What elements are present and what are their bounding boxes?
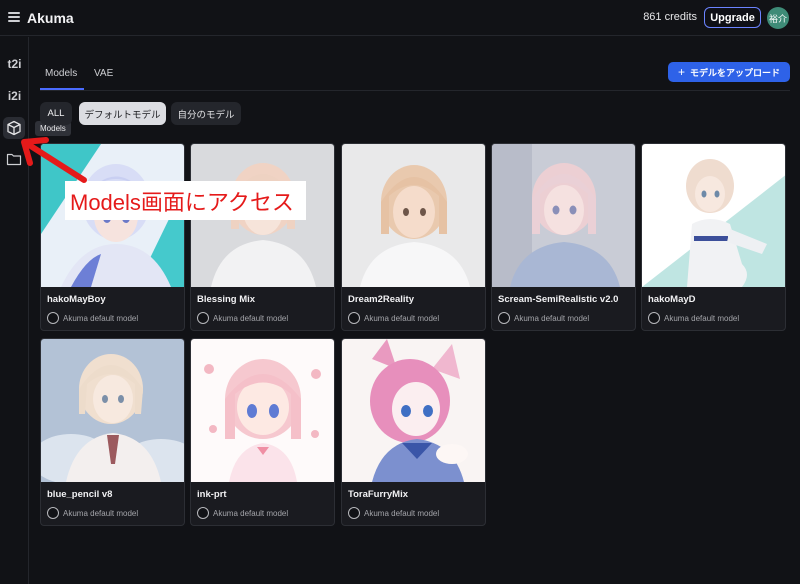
model-source-label: Akuma default model (63, 313, 139, 323)
source-icon (348, 507, 360, 519)
upload-model-button[interactable]: + モデルをアップロード (668, 62, 790, 82)
model-source-label: Akuma default model (213, 508, 289, 518)
avatar[interactable]: 裕介 (767, 7, 789, 29)
credits-count: 861 credits (643, 11, 697, 23)
source-icon (197, 312, 209, 324)
tab-vae[interactable]: VAE (94, 68, 113, 79)
model-card-dream2reality[interactable]: Dream2Reality Akuma default model (341, 143, 486, 331)
model-source: Akuma default model (498, 312, 589, 324)
app-root: Akuma 861 credits Upgrade 裕介 t2i i2i Mod… (0, 0, 800, 584)
model-source: Akuma default model (47, 507, 138, 519)
source-icon (348, 312, 360, 324)
model-card-hakomayboy[interactable]: hakoMayBoy Akuma default model (40, 143, 185, 331)
model-source: Akuma default model (348, 312, 439, 324)
model-source-label: Akuma default model (364, 508, 440, 518)
model-card-torafurrymix[interactable]: ToraFurryMix Akuma default model (341, 338, 486, 526)
source-icon (498, 312, 510, 324)
model-card-blue-pencil-v8[interactable]: blue_pencil v8 Akuma default model (40, 338, 185, 526)
model-card-ink-prt[interactable]: ink-prt Akuma default model (190, 338, 335, 526)
cube-icon (7, 120, 21, 136)
model-source-label: Akuma default model (664, 313, 740, 323)
plus-icon: + (677, 64, 685, 79)
model-name: Dream2Reality (348, 294, 415, 305)
model-name: hakoMayD (648, 294, 696, 305)
model-card-hakomayd[interactable]: hakoMayD Akuma default model (641, 143, 786, 331)
model-source: Akuma default model (197, 312, 288, 324)
model-source-label: Akuma default model (63, 508, 139, 518)
model-thumbnail (342, 339, 485, 482)
source-icon (47, 312, 59, 324)
annotation-callout: Models画面にアクセス (65, 181, 306, 220)
menu-icon[interactable] (8, 12, 20, 22)
model-thumbnail (41, 339, 184, 482)
model-card-scream-semirealistic[interactable]: Scream-SemiRealistic v2.0 Akuma default … (491, 143, 636, 331)
model-source-label: Akuma default model (213, 313, 289, 323)
rail-item-i2i[interactable]: i2i (0, 89, 29, 103)
filter-my-models[interactable]: 自分のモデル (171, 102, 241, 125)
tab-divider (40, 90, 790, 91)
app-title: Akuma (27, 10, 74, 26)
rail-item-models[interactable] (3, 117, 25, 139)
upload-model-label: モデルをアップロード (690, 67, 781, 78)
model-source-label: Akuma default model (514, 313, 590, 323)
model-source-label: Akuma default model (364, 313, 440, 323)
model-source: Akuma default model (197, 507, 288, 519)
model-card-blessing-mix[interactable]: Blessing Mix Akuma default model (190, 143, 335, 331)
filter-all[interactable]: ALL (40, 102, 72, 125)
model-source: Akuma default model (348, 507, 439, 519)
rail-item-folder[interactable] (5, 151, 23, 169)
model-name: Blessing Mix (197, 294, 256, 305)
source-icon (648, 312, 660, 324)
model-thumbnail (342, 144, 485, 287)
source-icon (197, 507, 209, 519)
model-source: Akuma default model (648, 312, 739, 324)
top-bar: Akuma 861 credits Upgrade 裕介 (0, 0, 800, 36)
model-thumbnail (492, 144, 635, 287)
left-rail: t2i i2i (0, 37, 29, 584)
upgrade-button[interactable]: Upgrade (704, 7, 761, 28)
model-source: Akuma default model (47, 312, 138, 324)
model-name: hakoMayBoy (47, 294, 106, 305)
model-name: ToraFurryMix (348, 489, 409, 500)
source-icon (47, 507, 59, 519)
rail-item-t2i[interactable]: t2i (0, 57, 29, 71)
folder-icon (6, 153, 22, 166)
filter-default-models[interactable]: デフォルトモデル (79, 102, 166, 125)
tab-models[interactable]: Models (45, 68, 77, 79)
model-name: ink-prt (197, 489, 227, 500)
model-thumbnail (642, 144, 785, 287)
model-thumbnail (191, 339, 334, 482)
model-name: Scream-SemiRealistic v2.0 (498, 294, 619, 305)
model-name: blue_pencil v8 (47, 489, 113, 500)
